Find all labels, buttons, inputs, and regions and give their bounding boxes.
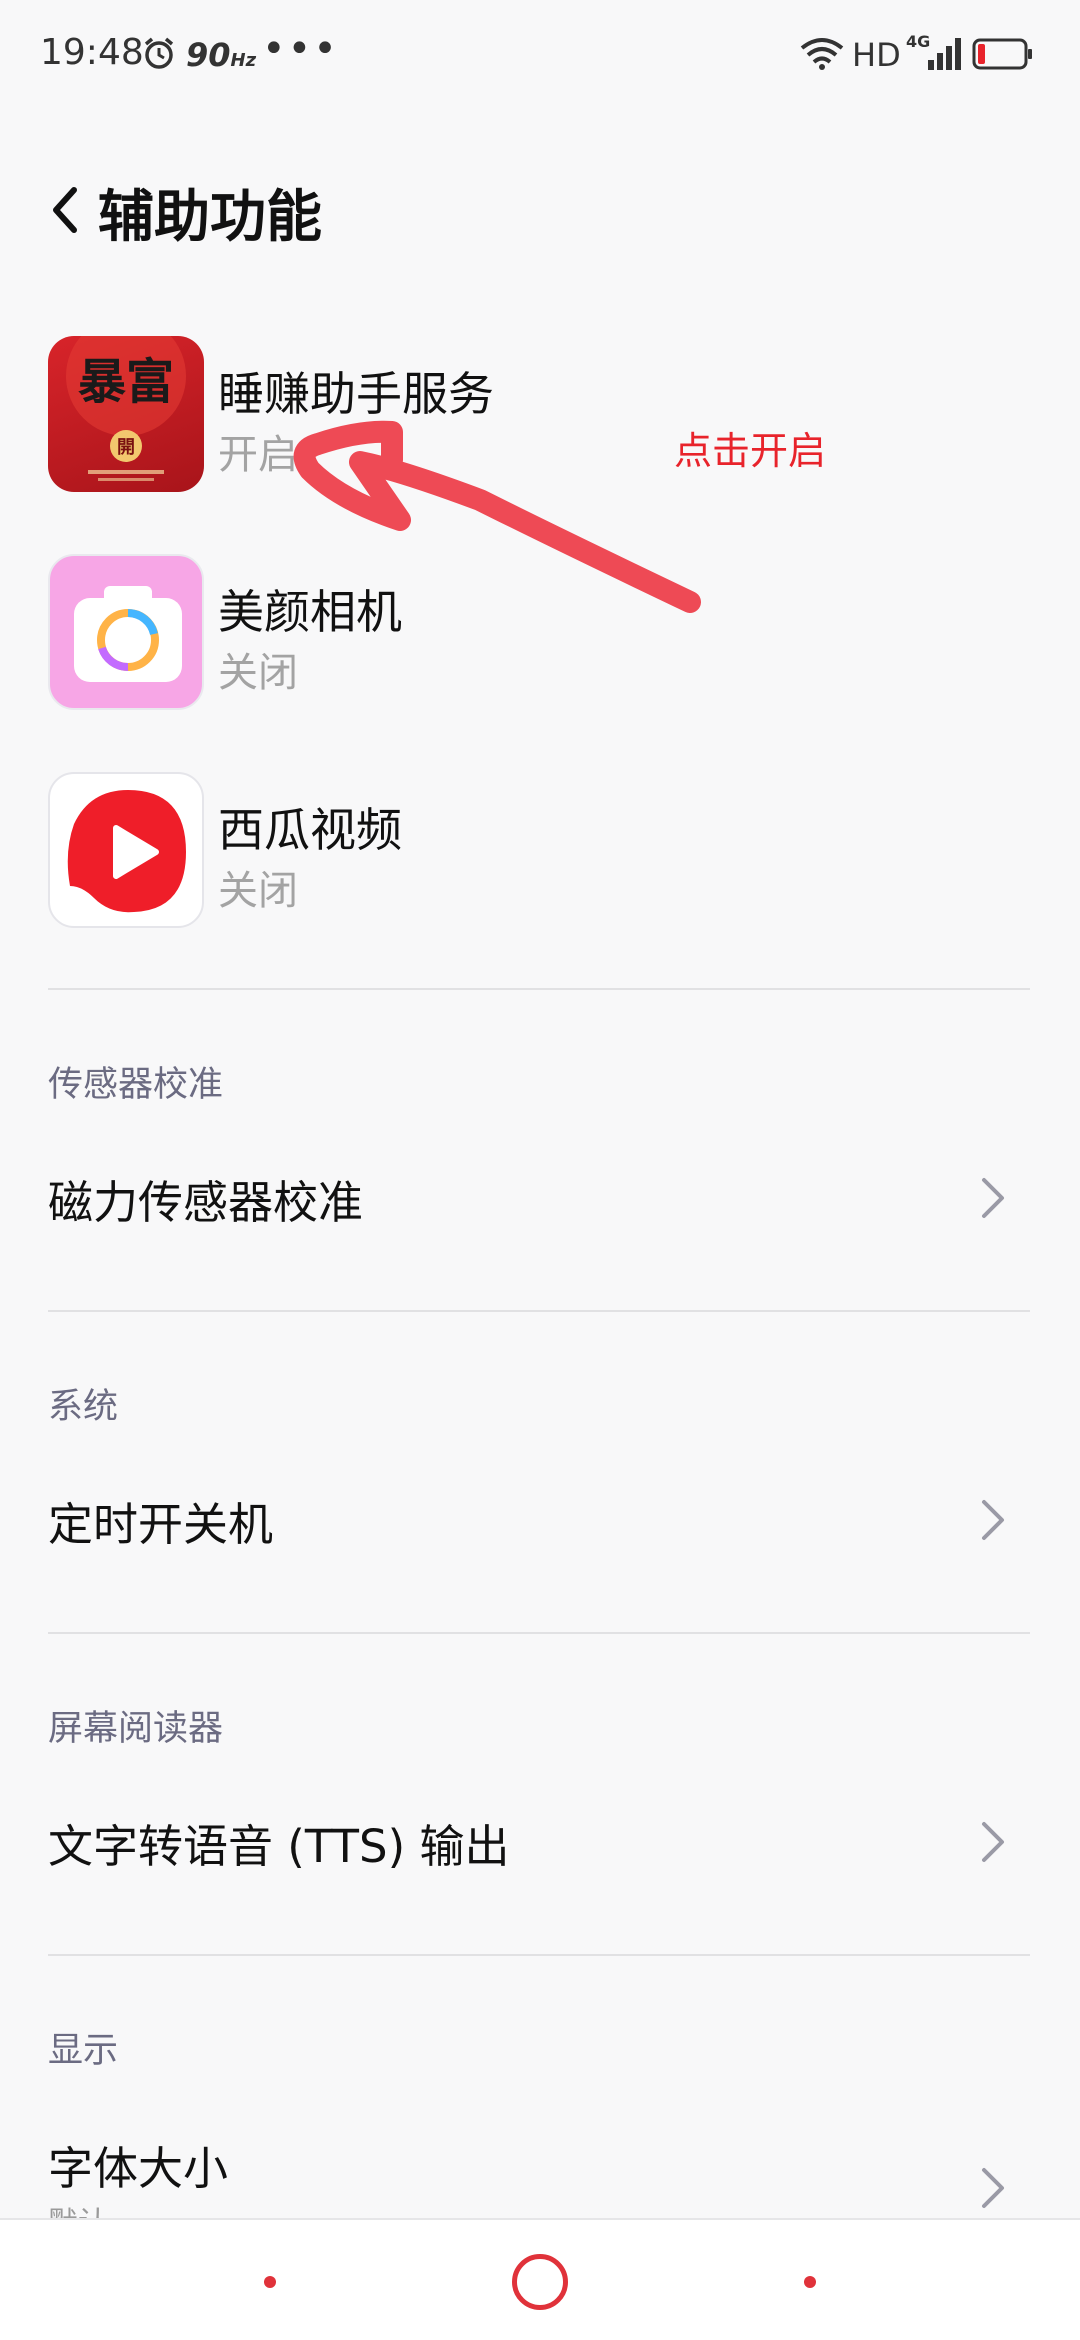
meiyan-camera-app-icon [48, 554, 204, 710]
wifi-icon [800, 38, 844, 70]
app-status: 关闭 [218, 868, 298, 914]
app-row-xigua[interactable]: 西瓜视频 关闭 [0, 772, 1080, 972]
nav-home-button[interactable] [512, 2254, 568, 2310]
nav-menu-button[interactable] [264, 2276, 276, 2288]
section-label-screen-reader: 屏幕阅读器 [48, 1709, 224, 1749]
menu-item-magnetic-calibration[interactable]: 磁力传感器校准 [0, 1132, 1080, 1262]
chevron-right-icon [982, 2168, 1004, 2208]
divider [48, 1632, 1030, 1634]
app-name: 睡赚助手服务 [218, 367, 494, 421]
annotation-click-to-enable: 点击开启 [674, 429, 827, 473]
back-arrow-icon[interactable] [44, 180, 84, 240]
divider [48, 1310, 1030, 1312]
page-title: 辅助功能 [98, 185, 322, 250]
battery-icon [972, 38, 1032, 70]
more-notifications-icon: ••• [262, 26, 339, 72]
status-time: 19:48 [40, 32, 144, 73]
chevron-right-icon [982, 1822, 1004, 1862]
section-label-display: 显示 [48, 2031, 119, 2071]
xigua-video-app-icon [48, 772, 204, 928]
nav-back-button[interactable] [804, 2276, 816, 2288]
divider [48, 1954, 1030, 1956]
status-bar: 19:48 90Hz ••• HD 4G [0, 0, 1080, 110]
hd-indicator: HD [852, 36, 901, 74]
section-label-system: 系统 [48, 1387, 119, 1427]
page-header: 辅助功能 [0, 150, 1080, 270]
alarm-icon [144, 37, 174, 69]
menu-item-tts-output[interactable]: 文字转语音 (TTS) 输出 [0, 1776, 1080, 1906]
signal-icon [928, 38, 961, 70]
app-row-shuizhuan[interactable]: 暴富 開 睡赚助手服务 开启 [0, 336, 1080, 536]
section-label-sensor: 传感器校准 [48, 1065, 224, 1105]
menu-item-label: 字体大小 [48, 2142, 229, 2195]
navigation-bar [0, 2218, 1080, 2340]
chevron-right-icon [982, 1178, 1004, 1218]
menu-item-label: 文字转语音 (TTS) 输出 [48, 1820, 510, 1873]
app-icon-badge-text: 開 [117, 437, 135, 458]
shuizhuan-app-icon: 暴富 開 [48, 336, 204, 492]
app-status: 关闭 [218, 650, 298, 696]
menu-item-label: 定时开关机 [48, 1498, 274, 1551]
divider [48, 988, 1030, 990]
network-type: 4G [906, 32, 931, 51]
refresh-rate: 90Hz [186, 36, 257, 74]
app-name: 美颜相机 [218, 585, 402, 639]
chevron-right-icon [982, 1500, 1004, 1540]
app-row-meiyan[interactable]: 美颜相机 关闭 [0, 554, 1080, 754]
app-name: 西瓜视频 [218, 803, 402, 857]
menu-item-label: 磁力传感器校准 [48, 1176, 364, 1229]
app-status: 开启 [218, 432, 298, 478]
menu-item-scheduled-power[interactable]: 定时开关机 [0, 1454, 1080, 1584]
app-icon-art-text: 暴富 [78, 354, 174, 410]
